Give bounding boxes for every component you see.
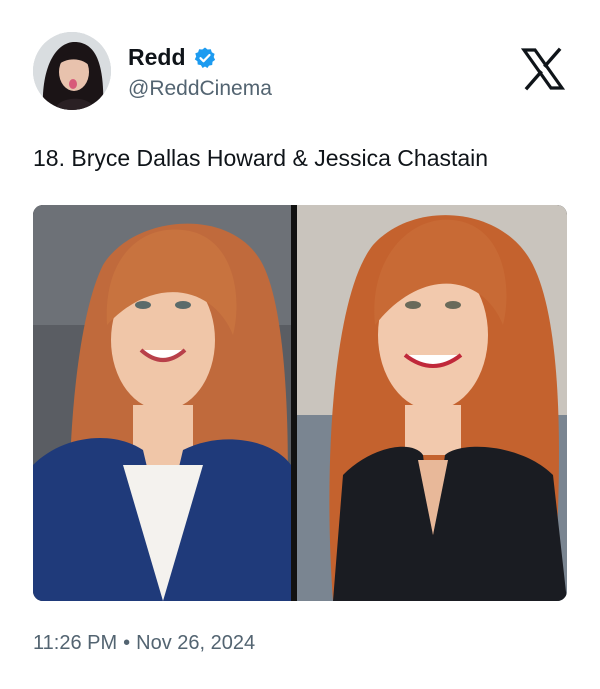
- author-handle[interactable]: @ReddCinema: [128, 77, 272, 101]
- verified-badge-icon: [193, 46, 217, 70]
- tweet-timestamp[interactable]: 11:26 PM • Nov 26, 2024: [33, 632, 255, 655]
- tweet-text: 18. Bryce Dallas Howard & Jessica Chasta…: [33, 145, 489, 171]
- tweet-time: 11:26 PM: [33, 632, 118, 654]
- timestamp-separator: •: [123, 632, 131, 654]
- tweet-date: Nov 26, 2024: [136, 632, 256, 654]
- media-panel-left: [33, 205, 291, 601]
- x-logo-icon[interactable]: [520, 47, 566, 91]
- media-divider: [291, 205, 297, 601]
- media-panel-right: [297, 205, 567, 601]
- display-name[interactable]: Redd: [128, 44, 186, 71]
- tweet-media[interactable]: [33, 205, 567, 601]
- author-name-row: Redd: [128, 44, 217, 71]
- avatar-photo: [33, 32, 111, 110]
- avatar[interactable]: [33, 32, 111, 110]
- tweet-header: Redd @ReddCinema: [0, 0, 600, 120]
